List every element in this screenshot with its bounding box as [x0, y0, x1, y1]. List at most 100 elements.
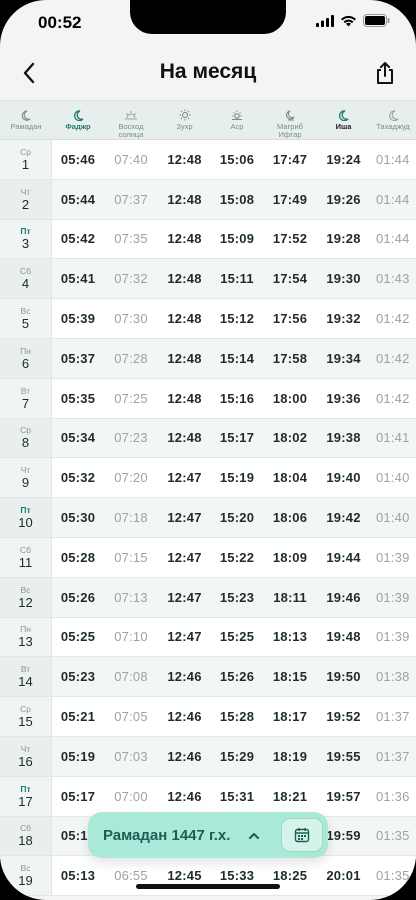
- column-header-asr: Аср: [211, 101, 263, 139]
- maghrib-time: 18:15: [272, 669, 308, 685]
- maghrib-time: 18:02: [272, 430, 308, 446]
- asr-time: 15:09: [219, 231, 255, 247]
- table-row: Сб 11 05:28 07:15 12:47 15:22 18:09 19:44 01:39: [0, 537, 416, 578]
- fajr-time: 05:19: [60, 748, 96, 764]
- dhuhr-time: 12:48: [167, 231, 202, 247]
- isha-time: 19:48: [326, 629, 361, 645]
- signal-icon: [316, 14, 334, 32]
- nav-header: На месяц: [0, 48, 416, 100]
- asr-time: 15:20: [219, 510, 255, 526]
- tahajjud-time: 01:37: [376, 709, 410, 725]
- asr-time: 15:12: [219, 311, 255, 327]
- weekday-label: Чт: [20, 465, 31, 476]
- table-row: Чт 9 05:32 07:20 12:47 15:19 18:04 19:40 01:40: [0, 458, 416, 499]
- isha-time: 19:36: [326, 390, 361, 406]
- fajr-time: 05:37: [60, 350, 96, 366]
- asr-time: 15:28: [219, 709, 255, 725]
- table-row: Чт 2 05:44 07:37 12:48 15:08 17:49 19:26 01:44: [0, 179, 416, 220]
- sunrise-time: 07:40: [114, 151, 148, 167]
- day-cell: Вт 7: [0, 378, 52, 418]
- weekday-label: Ср: [20, 146, 31, 157]
- column-header-fajr: Фаджр: [52, 101, 104, 139]
- isha-time: 19:42: [326, 510, 361, 526]
- isha-time: 19:46: [326, 589, 361, 605]
- maghrib-time: 18:00: [272, 390, 308, 406]
- isha-time: 20:01: [326, 868, 361, 884]
- weekday-label: Пт: [20, 226, 31, 237]
- sunrise-time: 07:30: [114, 311, 148, 327]
- day-cell: Пн 6: [0, 338, 52, 378]
- fajr-time: 05:26: [60, 589, 96, 605]
- month-selector-pill[interactable]: Рамадан 1447 г.х.: [88, 812, 328, 858]
- sunrise-time: 07:25: [114, 390, 148, 406]
- share-button[interactable]: [370, 58, 400, 88]
- column-label: Тахаджуд: [376, 122, 410, 131]
- sunrise-time: 07:13: [114, 589, 148, 605]
- table-row: Пт 3 05:42 07:35 12:48 15:09 17:52 19:28 01:44: [0, 219, 416, 260]
- page-title: На месяц: [159, 60, 257, 83]
- maghrib-time: 17:56: [272, 311, 308, 327]
- weekday-label: Ср: [20, 704, 31, 715]
- dhuhr-time: 12:46: [167, 748, 202, 764]
- asr-time: 15:17: [219, 430, 255, 446]
- maghrib-time: 18:09: [272, 549, 308, 565]
- day-cell: Пт 3: [0, 219, 52, 259]
- weekday-label: Пт: [20, 505, 31, 516]
- tahajjud-time: 01:38: [376, 669, 410, 685]
- dhuhr-time: 12:47: [167, 629, 202, 645]
- wifi-icon: [340, 14, 357, 32]
- tahajjud-time: 01:40: [376, 470, 410, 486]
- day-number: 18: [18, 833, 33, 849]
- weekday-label: Пн: [20, 624, 31, 635]
- calendar-button[interactable]: [281, 818, 323, 852]
- table-row: Ср 15 05:21 07:05 12:46 15:28 18:17 19:52 01:37: [0, 697, 416, 737]
- dhuhr-time: 12:48: [167, 311, 202, 327]
- device-notch: [130, 0, 286, 34]
- table-row: Пт 17 05:17 07:00 12:46 15:31 18:21 19:57 01:36: [0, 776, 416, 817]
- sunrise-time: 07:05: [114, 709, 148, 725]
- column-label: Иша: [335, 122, 352, 131]
- day-number: 17: [18, 793, 33, 809]
- dhuhr-time: 12:47: [167, 510, 202, 526]
- day-number: 11: [18, 554, 33, 570]
- tahajjud-time: 01:42: [376, 311, 410, 327]
- dhuhr-time: 12:47: [167, 549, 202, 565]
- isha-time: 19:44: [326, 549, 361, 565]
- isha-time: 19:24: [326, 151, 361, 167]
- sunrise-time: 07:28: [114, 350, 148, 366]
- dhuhr-time: 12:48: [167, 350, 202, 366]
- weekday-label: Пн: [20, 345, 31, 356]
- tahajjud-time: 01:40: [376, 510, 410, 526]
- weekday-label: Сб: [19, 823, 31, 834]
- isha-time: 19:34: [326, 350, 361, 366]
- dhuhr-time: 12:48: [167, 191, 202, 207]
- fajr-time: 05:34: [60, 430, 96, 446]
- tahajjud-time: 01:35: [376, 868, 410, 884]
- asr-time: 15:08: [219, 191, 255, 207]
- maghrib-time: 18:21: [272, 788, 308, 804]
- status-icons: [316, 14, 390, 32]
- table-row: Пн 6 05:37 07:28 12:48 15:14 17:58 19:34 01:42: [0, 338, 416, 379]
- isha-time: 19:40: [326, 470, 361, 486]
- table-row: Чт 16 05:19 07:03 12:46 15:29 18:19 19:55 01:37: [0, 736, 416, 777]
- asr-time: 15:26: [219, 669, 255, 685]
- column-label: Фаджр: [65, 122, 91, 131]
- table-row: Ср 1 05:46 07:40 12:48 15:06 17:47 19:24 01:44: [0, 140, 416, 180]
- day-number: 16: [18, 753, 33, 769]
- day-cell: Ср 15: [0, 697, 52, 736]
- share-icon: [377, 62, 393, 84]
- weekday-label: Пт: [20, 783, 31, 794]
- table-row: Сб 4 05:41 07:32 12:48 15:11 17:54 19:30 01:43: [0, 259, 416, 300]
- dhuhr-time: 12:46: [167, 669, 202, 685]
- sun-small-icon: [231, 109, 243, 121]
- day-number: 5: [21, 316, 30, 332]
- maghrib-time: 18:04: [272, 470, 308, 486]
- day-cell: Пт 10: [0, 498, 52, 537]
- sunrise-time: 06:55: [114, 868, 148, 884]
- chevron-up-icon: [248, 828, 260, 846]
- table-row: Пн 13 05:25 07:10 12:47 15:25 18:13 19:48 01:39: [0, 617, 416, 658]
- asr-time: 15:29: [219, 748, 255, 764]
- tahajjud-time: 01:44: [376, 191, 410, 207]
- dhuhr-time: 12:46: [167, 709, 202, 725]
- tahajjud-time: 01:35: [376, 828, 410, 844]
